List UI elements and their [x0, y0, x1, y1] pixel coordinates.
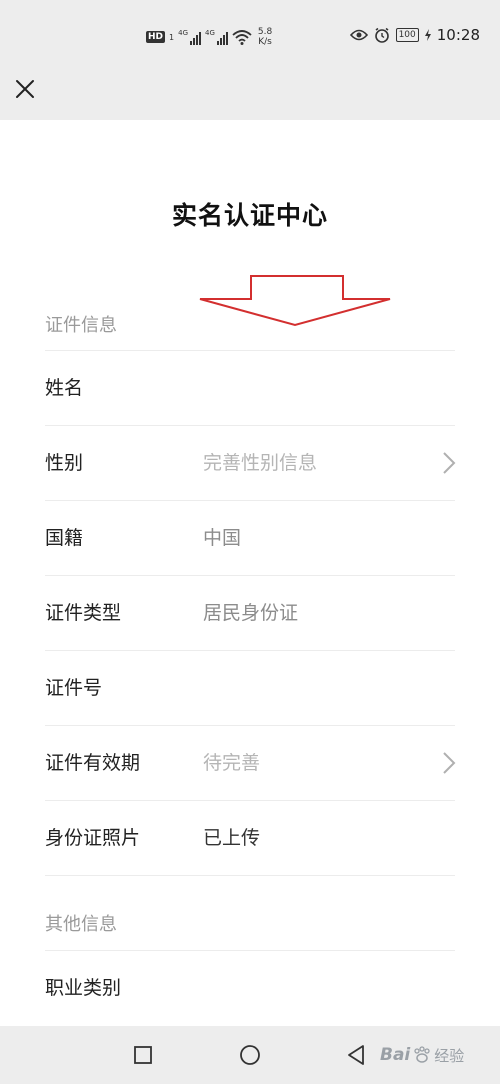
watermark: Bai 经验 [380, 1040, 480, 1070]
paw-icon [414, 1046, 430, 1063]
close-icon [16, 80, 34, 98]
back-button[interactable] [343, 1042, 369, 1068]
speed-value: 5.8 [257, 27, 273, 37]
page-title: 实名认证中心 [171, 201, 328, 230]
row-id-validity[interactable]: 证件有效期 待完善 [45, 725, 456, 799]
clock: 10:28 [436, 26, 480, 44]
home-button[interactable] [237, 1042, 263, 1068]
row-nationality[interactable]: 国籍 中国 [45, 500, 455, 574]
watermark-suffix: 经验 [434, 1046, 465, 1065]
watermark-text: Bai [380, 1045, 411, 1065]
row-occupation[interactable]: 职业类别 [45, 950, 455, 1024]
row-value: 完善性别信息 [203, 452, 318, 474]
status-indicators: HD 1 4G 4G 5.8 K/s [146, 24, 272, 50]
circle-icon [240, 1045, 260, 1065]
eye-icon [349, 29, 368, 41]
hd-badge: HD [146, 31, 166, 43]
row-label: 职业类别 [45, 977, 122, 999]
row-name[interactable]: 姓名 [45, 350, 455, 424]
triangle-icon [348, 1045, 364, 1065]
row-id-photo[interactable]: 身份证照片 已上传 [45, 800, 455, 874]
section-header-other-info: 其他信息 [45, 914, 117, 935]
alarm-icon [374, 27, 389, 43]
row-value: 已上传 [203, 827, 261, 849]
row-gender[interactable]: 性别 完善性别信息 [45, 425, 456, 499]
status-right: 100 10:28 [349, 26, 480, 44]
row-label: 国籍 [45, 527, 84, 549]
chevron-right-icon [443, 752, 456, 774]
sim1-label: 4G [178, 29, 188, 37]
network-speed: 5.8 K/s [258, 27, 272, 47]
row-id-number[interactable]: 证件号 [45, 650, 455, 724]
row-label: 证件号 [45, 677, 103, 699]
row-label: 证件有效期 [45, 752, 141, 774]
row-value: 待完善 [203, 752, 261, 774]
wifi-icon [232, 30, 252, 45]
square-icon [134, 1046, 152, 1064]
recent-apps-button[interactable] [130, 1042, 156, 1068]
sim2-label: 4G [205, 29, 215, 37]
charging-icon [424, 29, 431, 41]
speed-unit: K/s [258, 37, 272, 47]
signal-icon: 4G [178, 29, 201, 45]
row-label: 身份证照片 [45, 827, 141, 849]
signal-icon-2: 4G [205, 29, 228, 45]
top-app-bar [0, 68, 500, 120]
section-header-id-info: 证件信息 [45, 315, 117, 336]
chevron-right-icon [443, 452, 456, 474]
row-value: 居民身份证 [203, 602, 299, 624]
row-label: 姓名 [45, 377, 84, 399]
divider [45, 875, 455, 876]
row-label: 证件类型 [45, 602, 122, 624]
row-id-type[interactable]: 证件类型 居民身份证 [45, 575, 455, 649]
row-label: 性别 [45, 452, 84, 474]
hd-sub: 1 [169, 32, 175, 42]
battery-icon: 100 [395, 28, 419, 42]
row-value: 中国 [203, 527, 242, 549]
close-button[interactable] [12, 76, 38, 102]
